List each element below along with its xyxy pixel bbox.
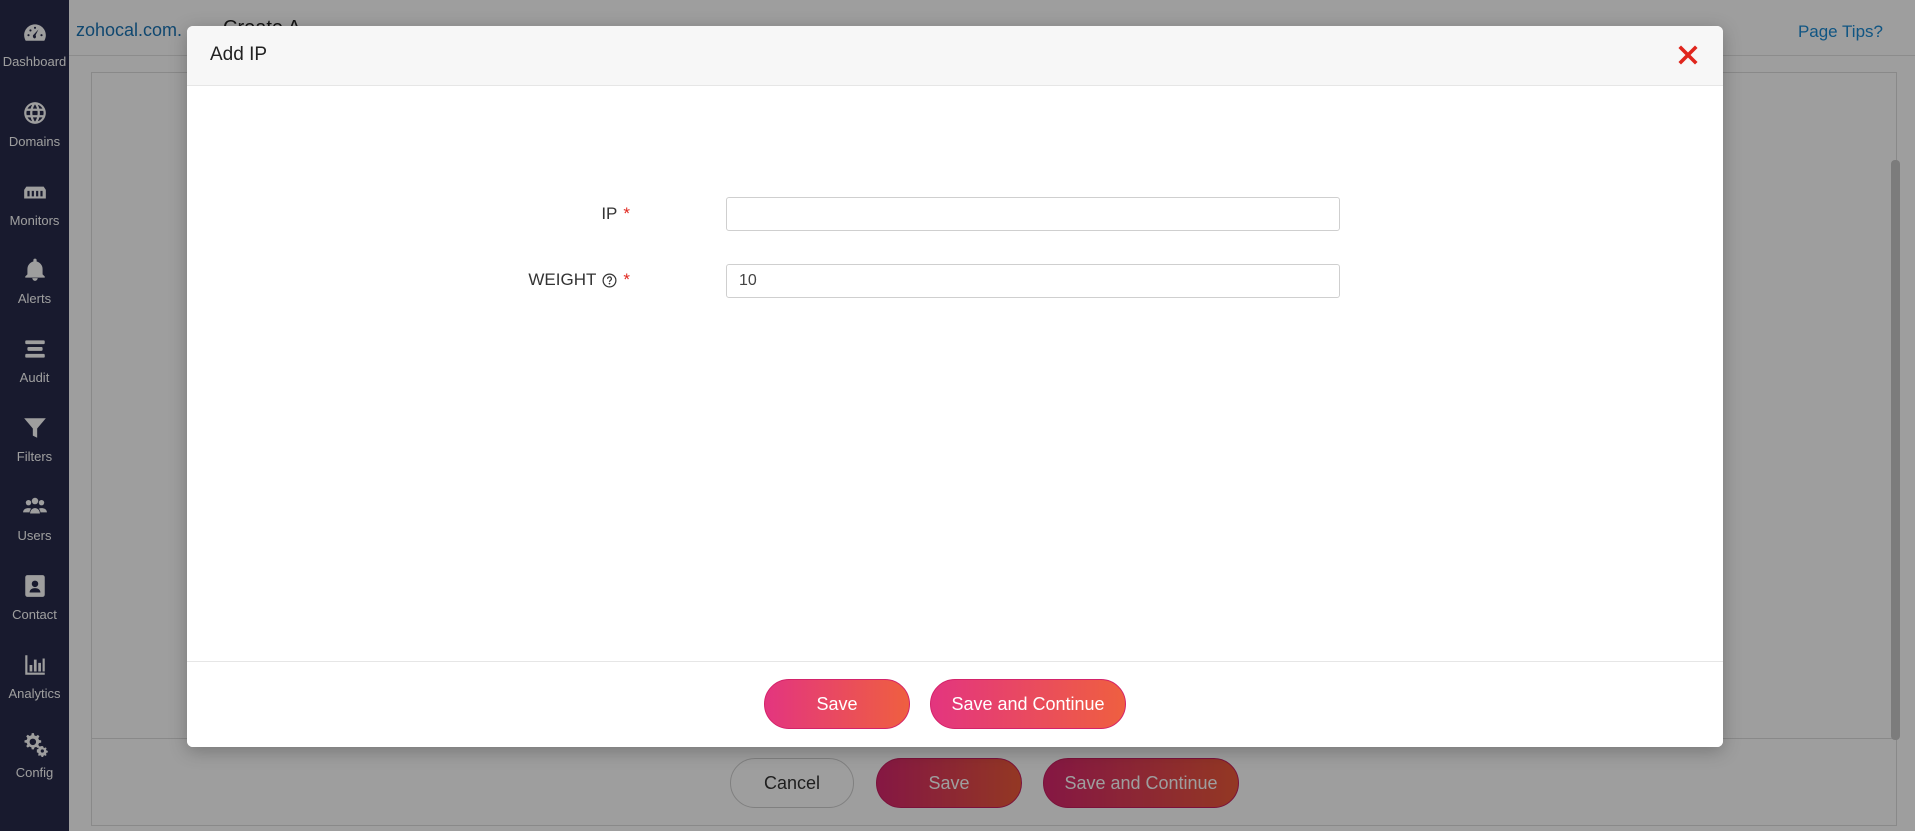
ip-input[interactable] xyxy=(726,197,1340,231)
modal-header: Add IP xyxy=(187,26,1723,86)
required-mark: * xyxy=(623,270,630,289)
close-icon[interactable] xyxy=(1673,40,1703,70)
weight-label: WEIGHT * xyxy=(528,270,630,290)
save-button[interactable]: Save xyxy=(764,679,910,729)
help-circle-icon[interactable] xyxy=(602,273,617,288)
add-ip-modal: Add IP IP * WEIGHT * xyxy=(187,26,1723,747)
ip-label-text: IP xyxy=(601,204,618,223)
modal-title: Add IP xyxy=(210,44,268,65)
save-and-continue-button[interactable]: Save and Continue xyxy=(930,679,1126,729)
required-mark: * xyxy=(623,204,630,223)
weight-input[interactable] xyxy=(726,264,1340,298)
ip-label: IP * xyxy=(601,204,630,224)
weight-label-text: WEIGHT xyxy=(528,270,597,289)
